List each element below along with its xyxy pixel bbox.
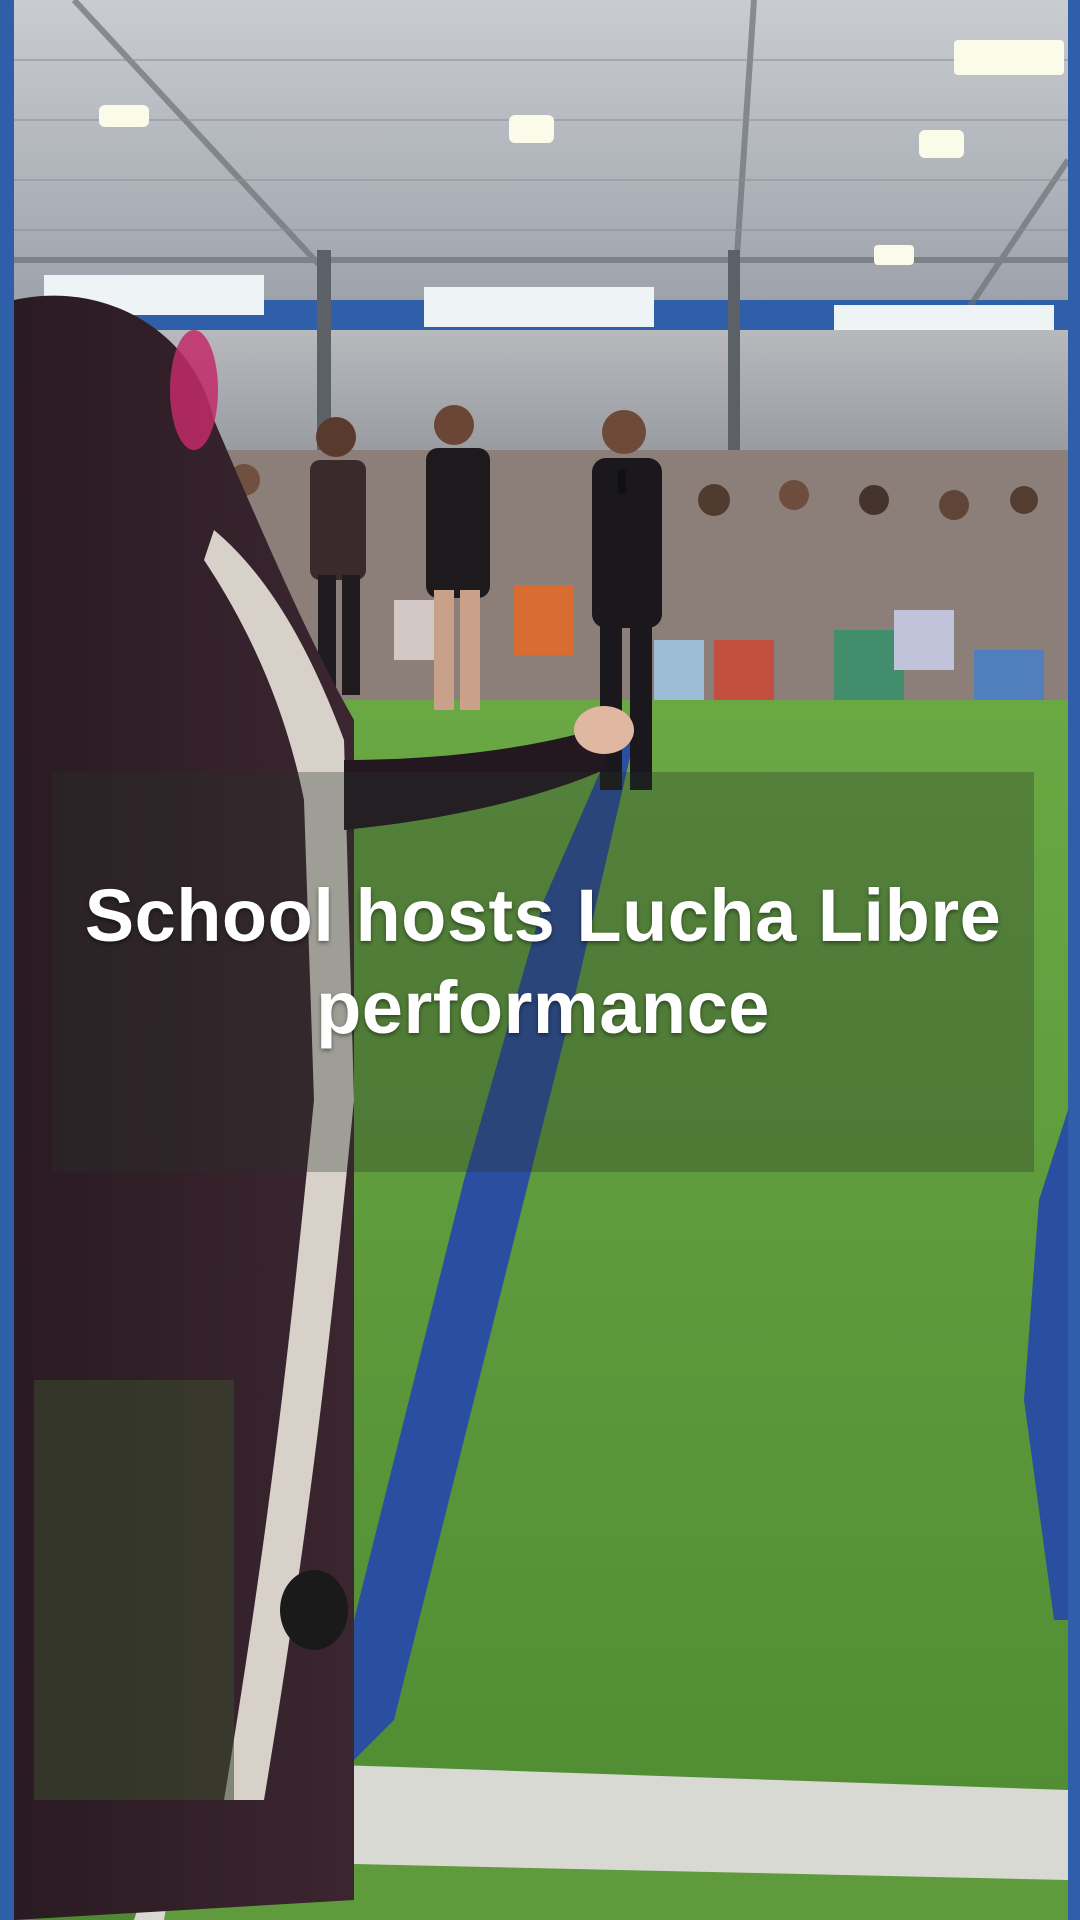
frame-border-right bbox=[1068, 0, 1080, 1920]
video-frame: School hosts Lucha Libre performance bbox=[0, 0, 1080, 1920]
frame-border-left bbox=[0, 0, 14, 1920]
video-caption: School hosts Lucha Libre performance bbox=[84, 874, 1002, 1049]
